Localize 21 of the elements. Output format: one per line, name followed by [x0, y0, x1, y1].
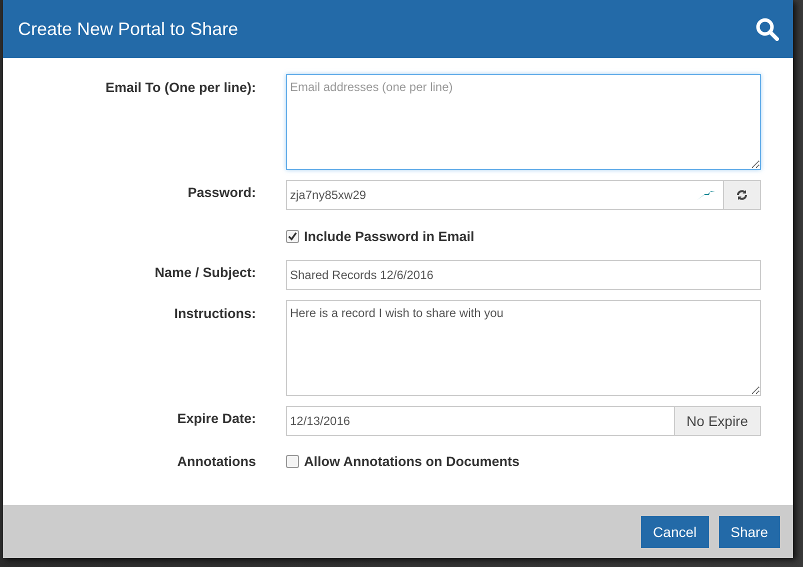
- expire-date-field[interactable]: 12/13/2016: [286, 406, 675, 436]
- checkbox-option[interactable]: Allow Annotations on Documents: [286, 453, 761, 469]
- field-label: Annotations: [176, 453, 256, 469]
- search-icon[interactable]: [755, 17, 779, 41]
- field-label: Expire Date:: [176, 410, 256, 428]
- refresh-button[interactable]: [724, 180, 761, 210]
- password-field[interactable]: zja7ny85xw29: [286, 180, 724, 210]
- checkmark-icon: [288, 232, 297, 241]
- refresh-icon: [736, 189, 748, 201]
- instructions-field[interactable]: Here is a record I wish to share with you: [286, 300, 761, 396]
- field-label: Name / Subject:: [154, 264, 256, 282]
- checkbox-option[interactable]: Include Password in Email: [286, 229, 761, 244]
- dialog-title: Create New Portal to Share: [18, 18, 238, 40]
- field-label: Password:: [186, 184, 256, 202]
- field-label: Email To (One per line):: [104, 79, 256, 97]
- field-label: Instructions:: [173, 305, 256, 323]
- email-field[interactable]: Email addresses (one per line): [286, 74, 761, 170]
- name-field[interactable]: Shared Records 12/6/2016: [286, 260, 761, 290]
- share-button[interactable]: Share: [718, 516, 780, 548]
- cancel-button[interactable]: Cancel: [641, 516, 709, 548]
- no-expire-button[interactable]: No Expire: [674, 406, 761, 436]
